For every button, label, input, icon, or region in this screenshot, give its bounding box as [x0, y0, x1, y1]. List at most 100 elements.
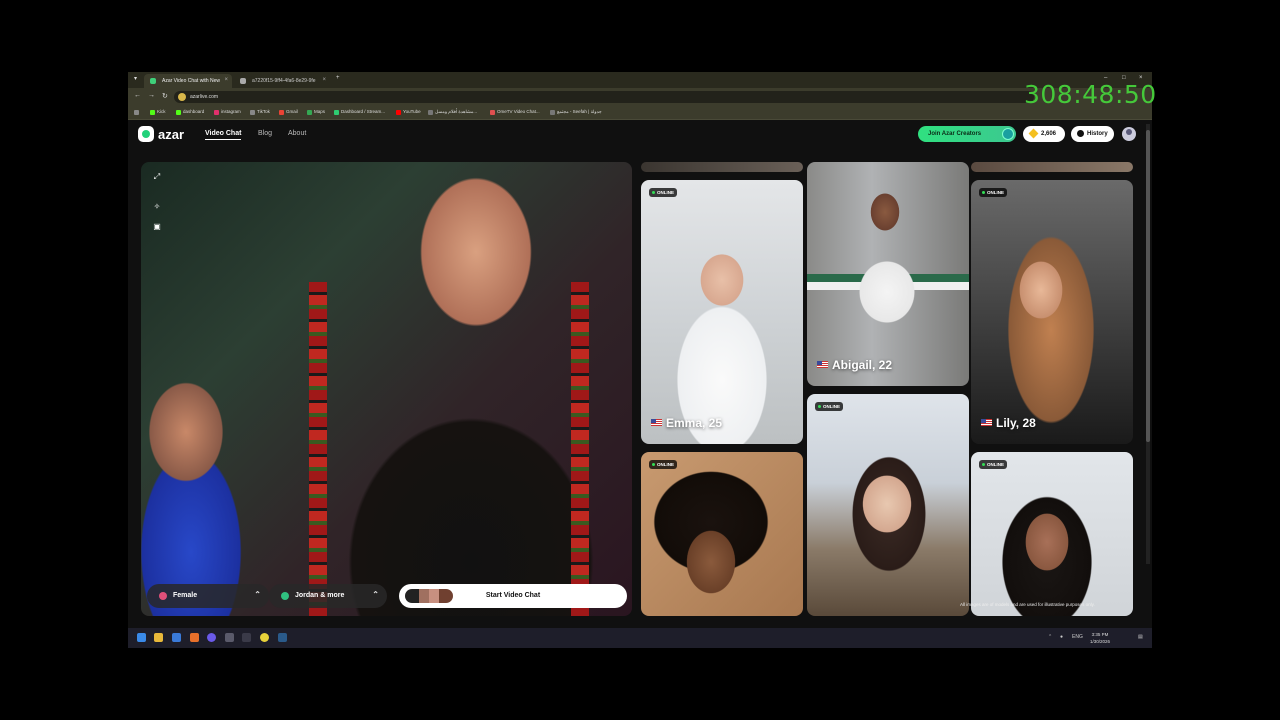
profile-name: Emma, 25 — [651, 416, 722, 430]
back-icon[interactable]: ← — [134, 92, 141, 99]
gender-label: Female — [173, 592, 198, 599]
site-info-icon[interactable] — [178, 93, 186, 101]
file-explorer-icon[interactable] — [154, 633, 163, 642]
profile-name: Lily, 28 — [981, 416, 1036, 430]
start-icon[interactable] — [137, 633, 146, 642]
profile-card[interactable]: ONLINE — [971, 452, 1133, 616]
profile-name-text: Abigail, 22 — [832, 358, 893, 372]
jacket-pattern — [571, 282, 589, 616]
url-text: azarlive.com — [190, 94, 219, 100]
page-favicon-icon — [240, 78, 246, 84]
language-indicator[interactable]: ENG — [1072, 634, 1083, 640]
profile-card-partial — [971, 162, 1133, 172]
gem-icon — [1028, 128, 1039, 139]
screen: ▾ Azar Video Chat with New × a7220f15-9f… — [128, 72, 1152, 648]
profile-card[interactable]: ONLINE — [807, 394, 969, 616]
site-header: azar Video Chat Blog About Join Azar Cre… — [128, 120, 1152, 148]
app-icon[interactable] — [225, 633, 234, 642]
tab-second[interactable]: a7220f15-9ff4-4fa6-8e29-9fe × — [234, 74, 330, 88]
system-clock[interactable]: 3:35 PM 1/30/2026 — [1090, 631, 1110, 645]
tray-chevron-icon[interactable]: ⌃ — [1048, 634, 1052, 640]
video-preview: ⤢ ✧ ▣ Female ⌃ Jordan & more ⌃ Start Vid… — [141, 162, 632, 616]
app-icon[interactable] — [242, 633, 251, 642]
bookmark-ometv[interactable]: OmeTV Video Chat... — [490, 109, 540, 115]
jacket-pattern — [309, 282, 327, 616]
tab-search-icon[interactable]: ▾ — [134, 75, 137, 82]
clock-icon — [1077, 130, 1084, 137]
address-bar: ← → ↻ azarlive.com — [128, 88, 1152, 106]
us-flag-icon — [817, 361, 828, 368]
bookmark-tiktok[interactable]: TikTok — [250, 109, 270, 115]
azar-page: azar Video Chat Blog About Join Azar Cre… — [128, 120, 1152, 628]
chevron-up-icon: ⌃ — [254, 590, 261, 599]
close-icon[interactable]: × — [224, 77, 228, 83]
bookmark-seefah[interactable]: مجتمع - Seefah | جدولة — [550, 109, 602, 115]
bookmark-youtube[interactable]: YouTube — [396, 109, 421, 115]
bookmarks-bar: Kick dashboard instagram TikTok Gmail Ma… — [128, 106, 1152, 120]
tab-strip: ▾ Azar Video Chat with New × a7220f15-9f… — [128, 72, 1152, 88]
new-tab-icon[interactable]: + — [336, 75, 340, 81]
join-azar-creators-button[interactable]: Join Azar Creators — [918, 126, 1016, 142]
url-input[interactable]: azarlive.com — [174, 91, 1034, 103]
azar-logo[interactable]: azar — [138, 126, 184, 142]
tab-title: Azar Video Chat with New — [162, 78, 220, 84]
bookmark-movies[interactable]: مشاهدة أفلام ومسل... — [428, 109, 477, 115]
bookmark-dashboard[interactable]: dashboard — [176, 109, 204, 115]
clock-time: 3:35 PM — [1091, 632, 1109, 637]
us-flag-icon — [651, 419, 662, 426]
steam-icon[interactable] — [278, 633, 287, 642]
online-badge: ONLINE — [649, 188, 678, 197]
chrome-icon[interactable] — [260, 633, 269, 642]
history-label: History — [1087, 131, 1108, 137]
gender-filter[interactable]: Female ⌃ — [147, 584, 269, 608]
nav-about[interactable]: About — [288, 130, 306, 137]
azar-logo-icon — [138, 126, 154, 142]
taskbar: ⌃ ● ENG 3:35 PM 1/30/2026 ▤ — [128, 628, 1152, 648]
scrollbar-thumb[interactable] — [1146, 130, 1150, 442]
forward-icon[interactable]: → — [148, 92, 155, 99]
store-icon[interactable] — [172, 633, 181, 642]
nav-blog[interactable]: Blog — [258, 130, 272, 137]
logo-text: azar — [158, 126, 185, 142]
nav-video-chat[interactable]: Video Chat — [205, 130, 242, 140]
start-label: Start Video Chat — [485, 592, 541, 599]
bookmark-gmail[interactable]: Gmail — [279, 109, 298, 115]
bookmark-kick[interactable]: Kick — [150, 109, 166, 115]
bookmark-instagram[interactable]: instagram — [214, 109, 241, 115]
region-label: Jordan & more — [295, 592, 345, 599]
azar-favicon-icon — [150, 78, 156, 84]
close-icon[interactable]: × — [322, 77, 326, 83]
bookmark-dashboard-stream[interactable]: Dashboard / Stream... — [334, 109, 385, 115]
fullscreen-icon[interactable]: ⤢ — [151, 172, 163, 184]
sticker-icon[interactable]: ▣ — [151, 222, 163, 234]
chevron-up-icon: ⌃ — [372, 590, 379, 599]
scrollbar[interactable] — [1146, 124, 1150, 564]
profile-card[interactable]: Abigail, 22 — [807, 162, 969, 386]
globe-icon — [1002, 128, 1014, 140]
mic-icon[interactable]: ● — [1060, 634, 1063, 640]
globe-icon — [281, 592, 289, 600]
tab-azar[interactable]: Azar Video Chat with New × — [144, 74, 232, 88]
gender-icon — [159, 592, 167, 600]
online-badge: ONLINE — [979, 460, 1008, 469]
profile-card[interactable]: ONLINE — [641, 452, 803, 616]
discord-icon[interactable] — [207, 633, 216, 642]
start-video-chat-button[interactable]: Start Video Chat — [399, 584, 627, 608]
profile-card[interactable]: ONLINE Lily, 28 — [971, 180, 1133, 444]
reload-icon[interactable]: ↻ — [162, 92, 168, 100]
history-button[interactable]: History — [1071, 126, 1114, 142]
profile-card[interactable]: ONLINE Emma, 25 — [641, 180, 803, 444]
clock-date: 1/30/2026 — [1090, 639, 1111, 644]
tab-title: a7220f15-9ff4-4fa6-8e29-9fe — [252, 78, 316, 84]
gems-balance[interactable]: 2,606 — [1023, 126, 1065, 142]
profile-avatar[interactable] — [1122, 127, 1136, 141]
region-filter[interactable]: Jordan & more ⌃ — [269, 584, 387, 608]
profile-name: Abigail, 22 — [817, 358, 892, 372]
magic-wand-icon[interactable]: ✧ — [151, 202, 163, 214]
notification-icon[interactable]: ▤ — [1138, 634, 1143, 640]
online-badge: ONLINE — [649, 460, 678, 469]
app-icon[interactable] — [190, 633, 199, 642]
bookmark-maps[interactable]: Maps — [307, 109, 325, 115]
join-label: Join Azar Creators — [928, 131, 982, 137]
gems-count: 2,606 — [1041, 131, 1057, 137]
